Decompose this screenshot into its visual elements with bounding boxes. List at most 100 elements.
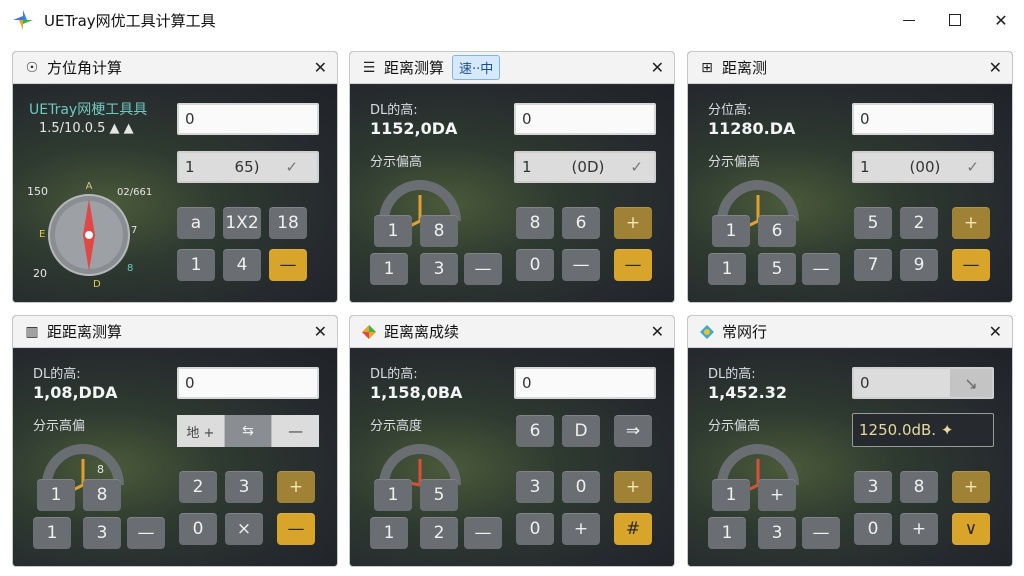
key-plus-small[interactable]: + — [562, 513, 600, 545]
key-arrow-right[interactable]: ⇒ — [614, 415, 652, 447]
key-1b[interactable]: 1 — [708, 517, 746, 549]
input-field-mid[interactable]: 1 (00) ✓ — [852, 151, 994, 183]
key-minus-small[interactable]: — — [802, 517, 840, 549]
input-field-top[interactable]: 0 — [852, 103, 994, 135]
key-3b[interactable]: 3 — [225, 471, 263, 503]
key-6[interactable]: 6 — [758, 215, 796, 247]
compass-dial[interactable]: A 150 02/661 7 E 20 D 8 — [23, 175, 163, 295]
input-field-top[interactable]: 0 — [514, 367, 656, 399]
key-3[interactable]: 3 — [758, 517, 796, 549]
panel-close-button[interactable]: ✕ — [989, 322, 1002, 341]
key-d[interactable]: D — [562, 415, 600, 447]
segment-3[interactable]: — — [272, 415, 320, 447]
key-0[interactable]: 0 — [562, 471, 600, 503]
mid-left-text: 1 — [185, 158, 195, 176]
key-minus-gold[interactable]: — — [614, 249, 652, 281]
input-field-mid[interactable]: 1 (0D) ✓ — [514, 151, 656, 183]
panel-close-button[interactable]: ✕ — [314, 322, 327, 341]
mid-center-text: (00) — [909, 158, 941, 176]
minimize-button[interactable] — [886, 0, 932, 40]
key-minus-small[interactable]: — — [802, 253, 840, 285]
key-1b[interactable]: 1 — [370, 517, 408, 549]
input-field-top[interactable]: 0 — [177, 103, 319, 135]
key-1[interactable]: 1 — [712, 215, 750, 247]
key-4[interactable]: 4 — [223, 249, 261, 281]
key-3[interactable]: 3 — [516, 471, 554, 503]
key-minus-small[interactable]: — — [464, 517, 502, 549]
panel-close-button[interactable]: ✕ — [651, 322, 664, 341]
key-9[interactable]: 9 — [900, 249, 938, 281]
key-minus-small[interactable]: — — [464, 253, 502, 285]
key-0[interactable]: 0 — [179, 513, 217, 545]
key-a[interactable]: a — [177, 207, 215, 239]
gauge-number: 8 — [97, 463, 104, 476]
key-1b[interactable]: 1 — [33, 517, 71, 549]
panel-close-button[interactable]: ✕ — [989, 58, 1002, 77]
key-plus[interactable]: + — [614, 207, 652, 239]
key-5b[interactable]: 5 — [854, 207, 892, 239]
maximize-button[interactable] — [932, 0, 978, 40]
key-plus[interactable]: + — [952, 471, 990, 503]
value-pos: 11280.DA — [708, 119, 796, 138]
key-plus-small[interactable]: + — [900, 513, 938, 545]
chart-toggle-icon[interactable]: ↘ — [950, 369, 992, 397]
key-6[interactable]: 6 — [516, 415, 554, 447]
key-minus-gold[interactable]: — — [952, 249, 990, 281]
key-1[interactable]: 1 — [374, 215, 412, 247]
key-1[interactable]: 1 — [37, 479, 75, 511]
key-6[interactable]: 6 — [562, 207, 600, 239]
key-2[interactable]: 2 — [420, 517, 458, 549]
key-1b[interactable]: 1 — [708, 253, 746, 285]
key-1[interactable]: 1 — [177, 249, 215, 281]
close-window-button[interactable]: ✕ — [978, 0, 1024, 40]
key-plus[interactable]: + — [614, 471, 652, 503]
key-8[interactable]: 8 — [83, 479, 121, 511]
label-dl: DL的高: — [370, 367, 418, 382]
panel-close-button[interactable]: ✕ — [314, 58, 327, 77]
window-controls: ✕ — [886, 0, 1024, 40]
key-1x2[interactable]: 1X2 — [223, 207, 261, 239]
key-plus[interactable]: + — [952, 207, 990, 239]
key-1[interactable]: 1 — [374, 479, 412, 511]
key-7[interactable]: 7 — [854, 249, 892, 281]
check-icon: ✓ — [285, 158, 299, 176]
key-8[interactable]: 8 — [420, 215, 458, 247]
key-minus-small[interactable]: — — [127, 517, 165, 549]
key-8[interactable]: 8 — [900, 471, 938, 503]
key-18[interactable]: 18 — [269, 207, 307, 239]
input-field-top[interactable]: 0 — [514, 103, 656, 135]
key-plus-a[interactable]: + — [758, 479, 796, 511]
key-2[interactable]: 2 — [900, 207, 938, 239]
key-1b[interactable]: 1 — [370, 253, 408, 285]
key-0[interactable]: 0 — [854, 513, 892, 545]
key-3[interactable]: 3 — [83, 517, 121, 549]
key-0b[interactable]: 0 — [516, 513, 554, 545]
key-minus-gold[interactable]: — — [277, 513, 315, 545]
key-3b[interactable]: 3 — [854, 471, 892, 503]
key-minus-2[interactable]: — — [562, 249, 600, 281]
panel-close-button[interactable]: ✕ — [651, 58, 664, 77]
key-3[interactable]: 3 — [420, 253, 458, 285]
input-field-top[interactable]: 0 — [177, 367, 319, 399]
key-5[interactable]: 5 — [420, 479, 458, 511]
label-dl: DL的高: — [370, 103, 418, 118]
key-1[interactable]: 1 — [712, 479, 750, 511]
key-5[interactable]: 5 — [758, 253, 796, 285]
segment-2[interactable]: ⇆ — [224, 415, 273, 447]
key-minus[interactable]: — — [269, 249, 307, 281]
key-hash[interactable]: # — [614, 513, 652, 545]
key-multiply[interactable]: × — [225, 513, 263, 545]
key-plus[interactable]: + — [277, 471, 315, 503]
check-icon: ✓ — [966, 158, 979, 176]
key-2[interactable]: 2 — [179, 471, 217, 503]
segment-1[interactable]: 地 + — [177, 415, 225, 447]
mode-tag[interactable]: 速··中 — [452, 55, 501, 80]
panel-body: DL的高: 1,452.32 分示偏高 1 + 1 3 — 0 ↘ 1250.0… — [688, 349, 1012, 566]
key-chevron-down[interactable]: ∨ — [952, 513, 990, 545]
key-8b[interactable]: 8 — [516, 207, 554, 239]
key-0[interactable]: 0 — [516, 249, 554, 281]
input-field-mid[interactable]: 1 65) ✓ — [177, 151, 319, 183]
input-field-top[interactable]: 0 ↘ — [852, 367, 994, 399]
panel-header: ▥ 距距离测算 ✕ — [13, 316, 337, 348]
panel-title: 方位角计算 — [47, 59, 123, 77]
